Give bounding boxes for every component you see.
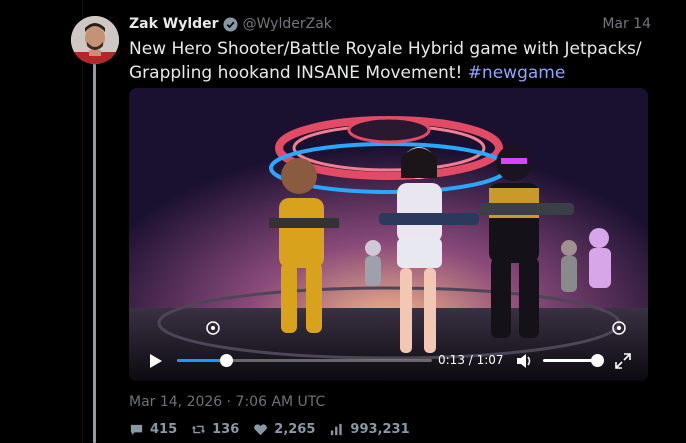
play-icon[interactable]: [145, 351, 165, 371]
speaker-icon[interactable]: [515, 352, 533, 370]
heart-icon: [254, 423, 268, 435]
tweet-stats: 415 136 2,265 993,231: [129, 420, 424, 438]
waypoint-marker-icon: [612, 321, 626, 335]
volume-slider-handle[interactable]: [591, 354, 604, 367]
volume-slider[interactable]: [543, 359, 598, 362]
video-progress-fill: [177, 359, 227, 362]
video-scrubber-handle[interactable]: [220, 354, 234, 367]
reply-icon: [130, 424, 143, 435]
avatar[interactable]: [71, 16, 119, 64]
verified-badge-icon: [223, 16, 238, 32]
thread-line: [93, 64, 96, 443]
video-progress-bar[interactable]: [177, 354, 432, 367]
tweet-date[interactable]: Mar 14: [602, 16, 651, 32]
like-count: 2,265: [274, 421, 316, 437]
video-player[interactable]: 0:13 / 1:07: [129, 88, 648, 381]
retweet-stat[interactable]: 136: [191, 422, 239, 437]
retweet-icon: [192, 425, 206, 433]
views-stat[interactable]: 993,231: [329, 421, 410, 437]
waypoint-marker-icon: [206, 321, 220, 335]
retweet-count: 136: [212, 421, 240, 437]
author-display-name[interactable]: Zak Wylder: [129, 16, 219, 32]
reply-stat[interactable]: 415: [129, 422, 177, 437]
views-chart-icon: [331, 423, 343, 435]
author-handle[interactable]: @WylderZak: [243, 16, 332, 32]
fullscreen-icon[interactable]: [615, 353, 631, 369]
hashtag-link[interactable]: #newgame: [468, 63, 566, 83]
like-stat[interactable]: 2,265: [253, 422, 315, 437]
tweet-timestamp[interactable]: Mar 14, 2026 · 7:06 AM UTC: [129, 394, 325, 410]
tweet-text: New Hero Shooter/Battle Royale Hybrid ga…: [129, 37, 651, 85]
video-controls: 0:13 / 1:07: [129, 346, 648, 376]
video-time: 0:13 / 1:07: [438, 353, 504, 367]
timeline-left-border: [82, 0, 83, 443]
reply-count: 415: [150, 421, 178, 437]
tweet-header: Zak Wylder @WylderZak Mar 14: [129, 14, 651, 34]
video-frame: [129, 88, 648, 381]
views-count: 993,231: [350, 421, 410, 437]
